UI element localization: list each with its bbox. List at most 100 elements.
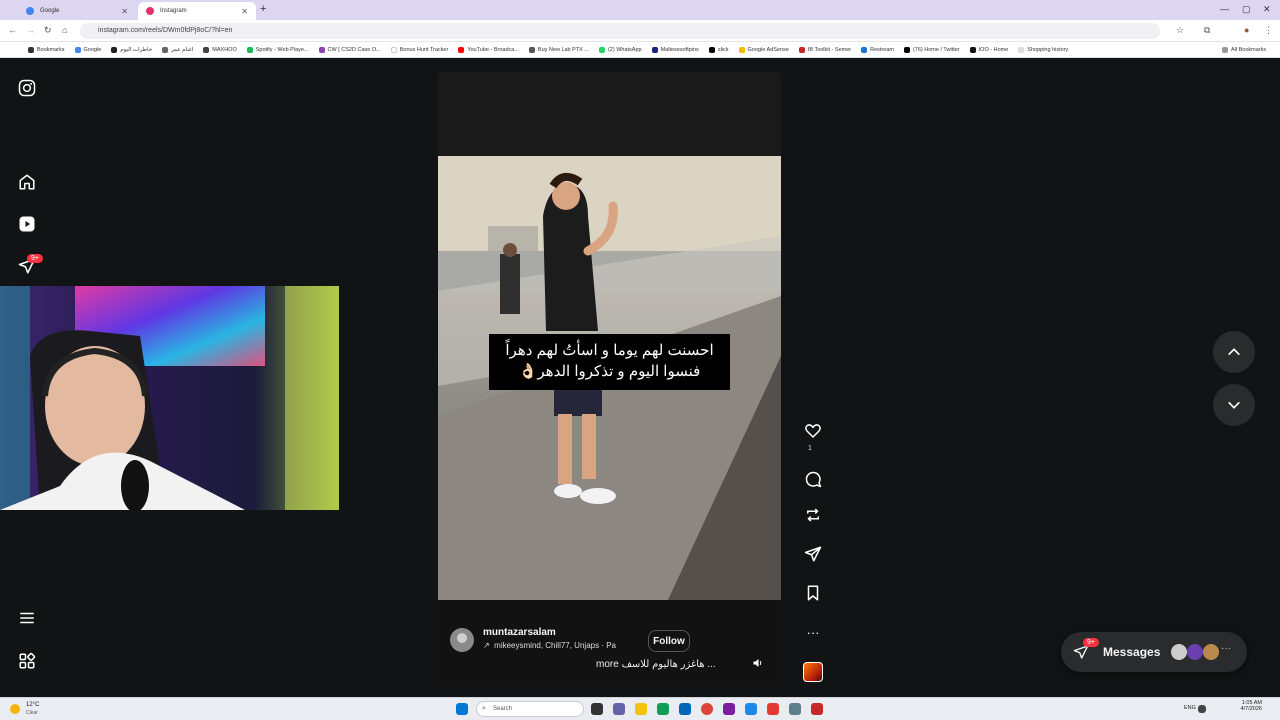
- collaborators-line[interactable]: ↗ mikeeysmind, Chill77, Unjaps · Pa: [483, 641, 633, 650]
- send-icon: [804, 546, 822, 562]
- like-button[interactable]: [803, 421, 823, 441]
- messages-label: Messages: [1103, 645, 1161, 659]
- more-avatars-icon: ···: [1221, 643, 1231, 654]
- tab-instagram-label: Instagram: [160, 8, 187, 14]
- repost-button[interactable]: [803, 505, 823, 525]
- more-link[interactable]: more: [596, 659, 619, 670]
- reel-video[interactable]: احسنت لهم يوما و اسأتُ لهم دهراً فنسوا ا…: [438, 156, 781, 600]
- bookmark-star-icon[interactable]: ☆: [1176, 25, 1184, 36]
- close-tab-icon[interactable]: ✕: [121, 7, 128, 16]
- volume-icon[interactable]: [752, 657, 764, 669]
- google-favicon-icon: [26, 7, 34, 15]
- bookmark-item[interactable]: اغنام عمر: [162, 46, 193, 53]
- messages-badge: 9+: [1083, 638, 1099, 647]
- reel-description[interactable]: more هاغزر هاليوم للاسف ...: [596, 659, 716, 670]
- bookmark-item[interactable]: Maltesesoftpins: [651, 46, 699, 53]
- home-icon[interactable]: ⌂: [62, 25, 67, 35]
- teams-icon[interactable]: [613, 703, 625, 715]
- system-tray-icons[interactable]: [1198, 705, 1206, 713]
- also-from-meta-icon[interactable]: [18, 652, 36, 670]
- bookmark-item[interactable]: YouTube - Broadca...: [458, 46, 519, 53]
- language-indicator[interactable]: ENG: [1184, 705, 1196, 711]
- maximize-icon[interactable]: ▢: [1242, 4, 1251, 15]
- store-icon[interactable]: [679, 703, 691, 715]
- taskbar-search-placeholder: Search: [493, 706, 513, 712]
- start-icon[interactable]: [456, 703, 468, 715]
- save-button[interactable]: [803, 583, 823, 603]
- back-icon[interactable]: ←: [8, 25, 17, 35]
- file-explorer-icon[interactable]: [635, 703, 647, 715]
- audio-thumbnail[interactable]: [803, 662, 823, 682]
- windows-taskbar: 12°C Clear ⌕ Search ENG 1:05 AM 4/7/2026: [0, 697, 1280, 720]
- url-input[interactable]: instagram.com/reels/DWm0fdPj8oC/?hl=en: [80, 23, 1160, 39]
- bookmark-item[interactable]: MAXHOO: [203, 46, 237, 53]
- settings-icon[interactable]: [789, 703, 801, 715]
- avatar: [1187, 644, 1203, 660]
- close-window-icon[interactable]: ✕: [1263, 4, 1271, 15]
- bookmark-item[interactable]: Shopping history: [1018, 46, 1068, 53]
- collab-arrow-icon: ↗: [483, 641, 490, 650]
- comment-button[interactable]: [803, 469, 823, 489]
- app-icon[interactable]: [745, 703, 757, 715]
- app-icon[interactable]: [811, 703, 823, 715]
- instagram-logo-icon[interactable]: [18, 79, 36, 97]
- messages-nav-button[interactable]: 9+: [18, 254, 43, 275]
- reels-nav-icon[interactable]: [18, 215, 36, 233]
- author-avatar[interactable]: [450, 628, 474, 652]
- bookmark-item[interactable]: (2) WhatsApp: [598, 46, 642, 53]
- reel-footer: muntazarsalam ↗ mikeeysmind, Chill77, Un…: [438, 600, 781, 684]
- messages-pill[interactable]: 9+ Messages ···: [1061, 632, 1247, 672]
- reload-icon[interactable]: ↻: [44, 25, 52, 36]
- edge-icon[interactable]: [657, 703, 669, 715]
- notifications-badge: 9+: [27, 254, 43, 263]
- menu-icon[interactable]: ⋮: [1264, 25, 1273, 36]
- clock-date: 4/7/2026: [1240, 706, 1262, 712]
- bookmark-item[interactable]: Bookmarks: [28, 46, 65, 53]
- repost-icon: [807, 508, 819, 522]
- webcam-feed-image: [0, 286, 339, 510]
- more-options-icon[interactable]: ···: [803, 622, 823, 642]
- tab-google[interactable]: Google ✕: [18, 2, 136, 20]
- previous-reel-button[interactable]: [1213, 331, 1255, 373]
- bookmark-item[interactable]: Buy New Lab PTX ...: [528, 46, 589, 53]
- instagram-favicon-icon: [146, 7, 154, 15]
- all-bookmarks[interactable]: All Bookmarks: [1222, 46, 1266, 53]
- caption-line-1: احسنت لهم يوما و اسأتُ لهم دهراً: [505, 342, 714, 359]
- next-reel-button[interactable]: [1213, 384, 1255, 426]
- clock[interactable]: 1:05 AM 4/7/2026: [1228, 700, 1262, 712]
- more-menu-icon[interactable]: [18, 609, 36, 627]
- author-username[interactable]: muntazarsalam: [483, 627, 556, 638]
- bookmark-item[interactable]: IB Toolkit - Semer: [798, 46, 851, 53]
- bookmark-item[interactable]: Google AdSense: [738, 46, 789, 53]
- close-tab-icon[interactable]: ✕: [241, 7, 248, 16]
- follow-button[interactable]: Follow: [648, 630, 690, 652]
- bookmark-item[interactable]: slick: [708, 46, 729, 53]
- bookmark-item[interactable]: IOO - Home: [969, 46, 1008, 53]
- bookmark-item[interactable]: Bonus Hunt Tracker: [390, 46, 448, 53]
- caption-line-2: فنسوا اليوم و تذكروا الدهر👌🏻: [518, 363, 701, 380]
- bookmark-item[interactable]: Spotify - Web Playe...: [246, 46, 309, 53]
- share-button[interactable]: [803, 544, 823, 564]
- address-bar-row: ← → ↻ ⌂ instagram.com/reels/DWm0fdPj8oC/…: [0, 20, 1280, 42]
- bookmark-item[interactable]: (76) Home / Twitter: [903, 46, 960, 53]
- minimize-icon[interactable]: —: [1220, 4, 1229, 14]
- forward-icon[interactable]: →: [26, 25, 35, 35]
- weather-icon: [10, 704, 20, 714]
- app-icon[interactable]: [723, 703, 735, 715]
- bookmark-item[interactable]: Restream: [861, 46, 894, 53]
- home-nav-icon[interactable]: [18, 173, 36, 191]
- bookmark-item[interactable]: Google: [74, 46, 101, 53]
- webcam-overlay: [0, 286, 339, 510]
- taskbar-search-input[interactable]: ⌕ Search: [476, 701, 584, 717]
- avatar: [1171, 644, 1187, 660]
- new-tab-button[interactable]: +: [260, 3, 266, 15]
- chrome-icon[interactable]: [701, 703, 713, 715]
- profile-avatar-icon[interactable]: ●: [1244, 25, 1249, 35]
- bookmark-item[interactable]: خاطرات اليوم: [111, 46, 152, 53]
- tab-google-label: Google: [40, 8, 60, 14]
- task-view-icon[interactable]: [591, 703, 603, 715]
- bookmark-item[interactable]: CW [ CS2D Case O...: [318, 46, 381, 53]
- app-icon[interactable]: [767, 703, 779, 715]
- extensions-icon[interactable]: ⧉: [1204, 25, 1210, 36]
- tab-instagram[interactable]: Instagram ✕: [138, 2, 256, 20]
